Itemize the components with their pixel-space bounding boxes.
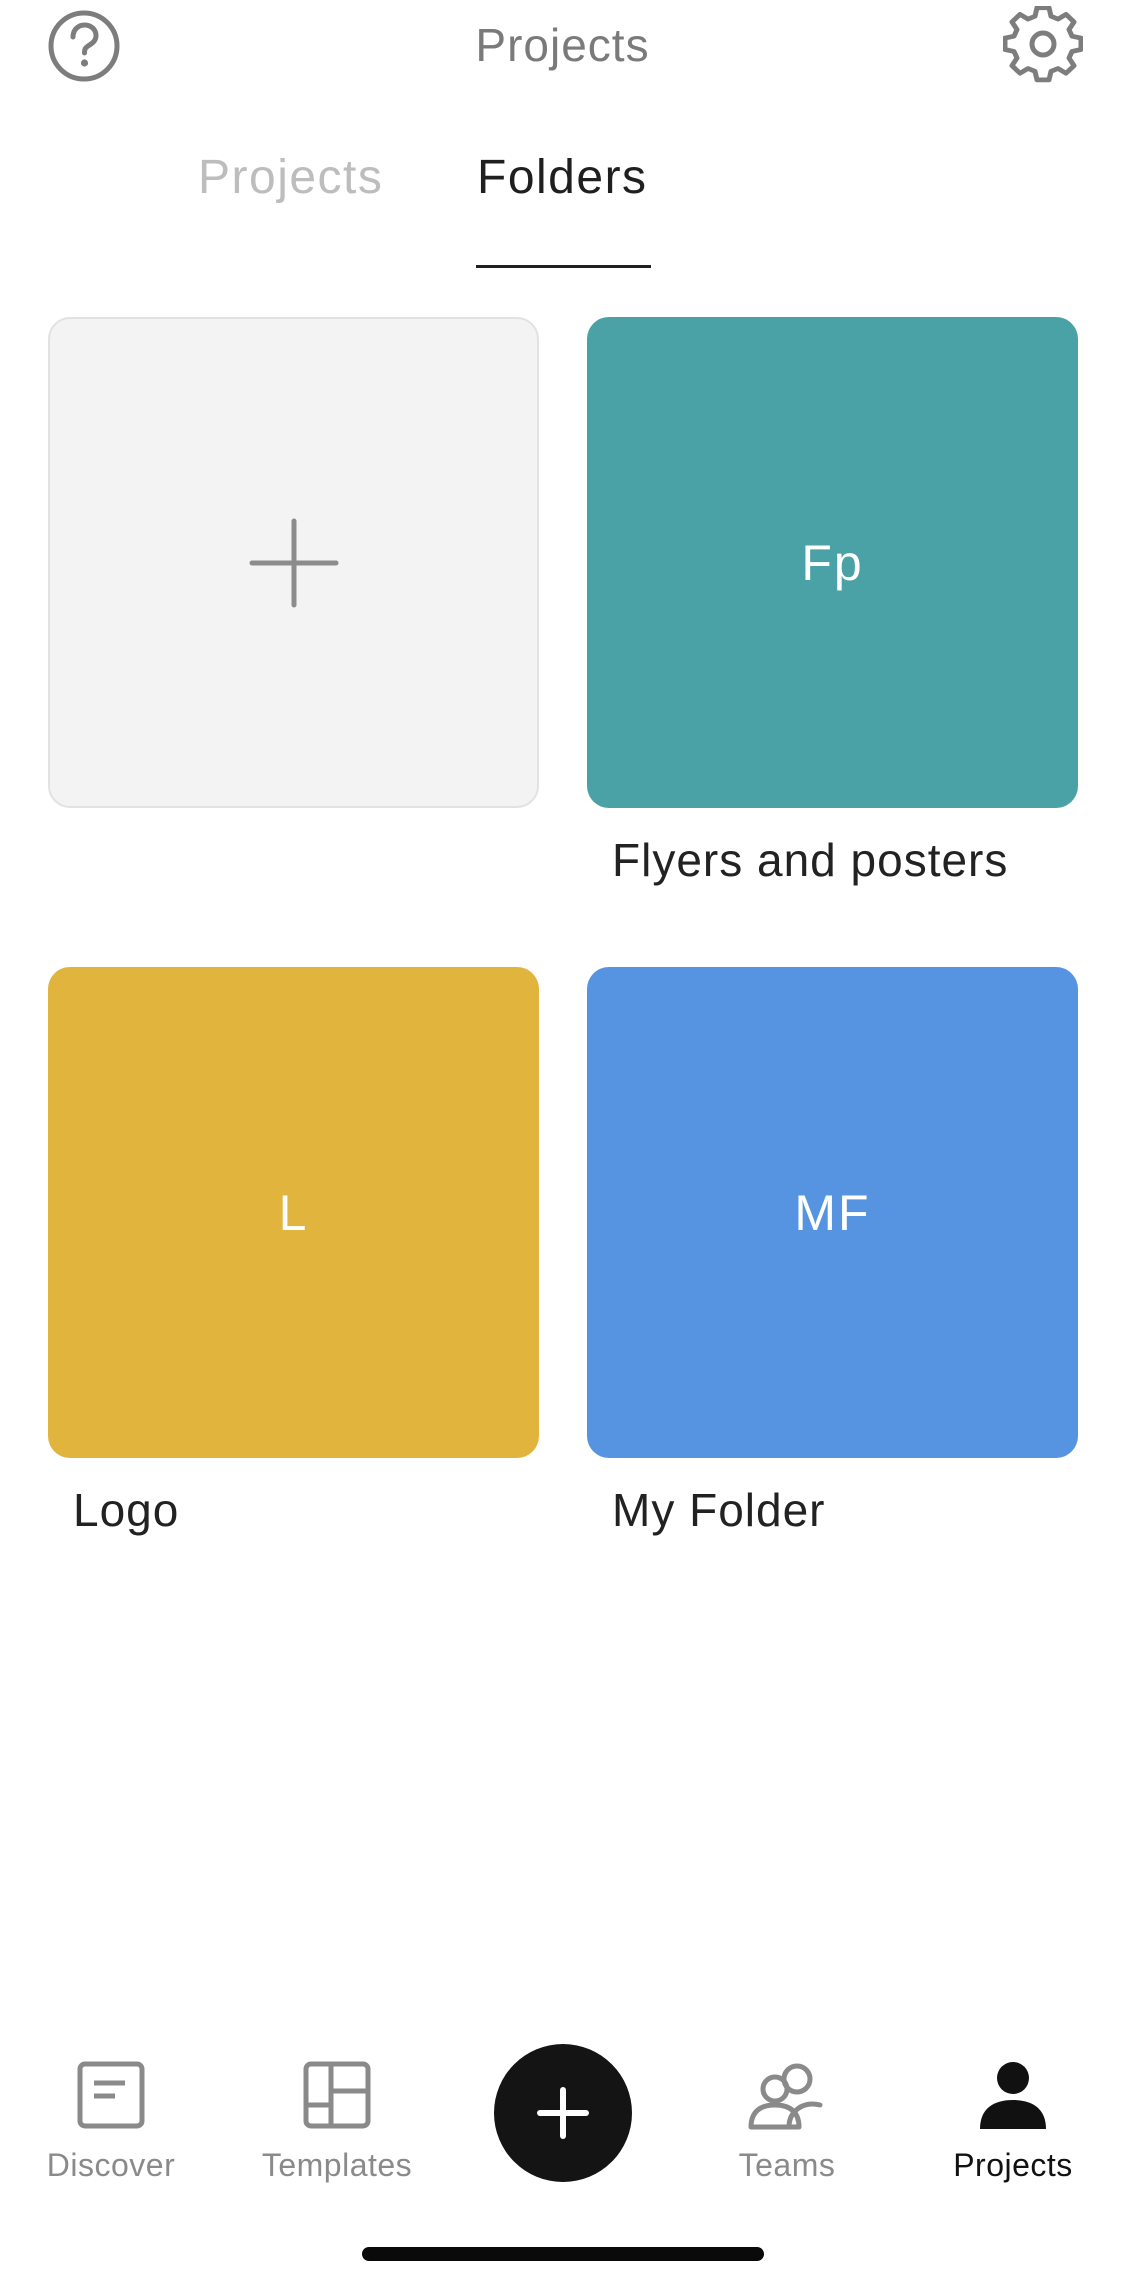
nav-item-projects[interactable]: Projects: [913, 2055, 1113, 2205]
tab-projects[interactable]: Projects: [198, 150, 383, 205]
discover-icon: [71, 2055, 151, 2135]
settings-button[interactable]: [995, 0, 1091, 94]
templates-icon: [297, 2055, 377, 2135]
folder-name-logo[interactable]: Logo: [73, 1483, 179, 1537]
folder-tile-my-folder[interactable]: MF: [587, 967, 1078, 1458]
new-folder-button[interactable]: [48, 317, 539, 808]
nav-item-teams[interactable]: Teams: [687, 2055, 887, 2205]
folder-tile-flyers-and-posters[interactable]: Fp: [587, 317, 1078, 808]
create-design-button[interactable]: [494, 2044, 632, 2182]
page-title: Projects: [475, 19, 650, 71]
folder-name-flyers-and-posters[interactable]: Flyers and posters: [612, 833, 1008, 887]
folder-tile-logo[interactable]: L: [48, 967, 539, 1458]
projects-screen: Projects Projects Folders Fp Flyers and …: [0, 0, 1125, 2284]
gear-icon: [1003, 6, 1083, 83]
folder-initials: Fp: [801, 534, 864, 591]
active-tab-indicator: [476, 265, 651, 268]
projects-person-icon: [973, 2055, 1053, 2135]
nav-item-discover[interactable]: Discover: [11, 2055, 211, 2205]
folder-name-my-folder[interactable]: My Folder: [612, 1483, 825, 1537]
folder-initials: MF: [794, 1184, 871, 1241]
home-indicator: [362, 2247, 764, 2261]
nav-label-projects: Projects: [953, 2147, 1073, 2183]
tab-folders[interactable]: Folders: [477, 150, 648, 205]
folder-initials: L: [278, 1184, 309, 1241]
nav-item-templates[interactable]: Templates: [237, 2055, 437, 2205]
nav-label-discover: Discover: [46, 2147, 176, 2183]
plus-icon: [249, 518, 338, 607]
segmented-tabs: Projects Folders: [0, 150, 1125, 270]
nav-label-teams: Teams: [738, 2147, 836, 2183]
nav-label-templates: Templates: [261, 2147, 413, 2183]
plus-icon: [537, 2087, 589, 2139]
teams-icon: [747, 2055, 827, 2135]
